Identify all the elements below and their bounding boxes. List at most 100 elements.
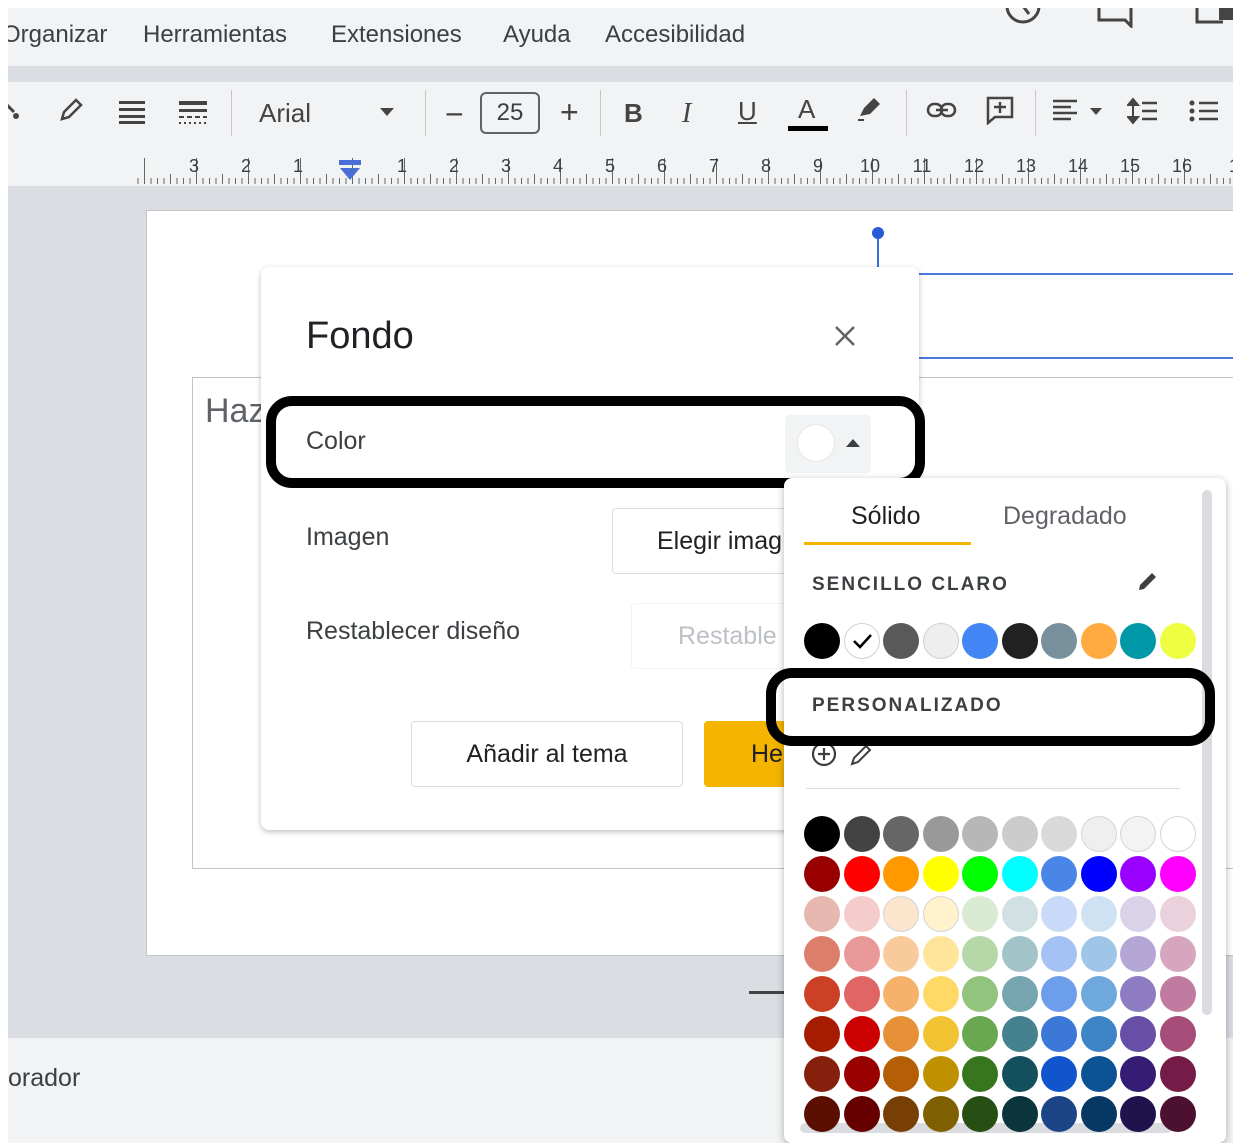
palette-color-swatch[interactable]	[1080, 856, 1117, 892]
palette-color-swatch[interactable]	[1159, 1096, 1196, 1132]
palette-color-swatch[interactable]	[1080, 976, 1117, 1012]
palette-color-swatch[interactable]	[883, 1096, 919, 1132]
align-left-icon[interactable]	[1051, 98, 1081, 124]
palette-color-swatch[interactable]	[843, 816, 880, 852]
indent-marker-icon[interactable]	[338, 160, 362, 182]
palette-color-swatch[interactable]	[1001, 896, 1038, 932]
text-color-button[interactable]: A	[798, 94, 815, 125]
palette-color-swatch[interactable]	[962, 976, 998, 1012]
palette-color-swatch[interactable]	[1001, 1096, 1038, 1132]
choose-image-button[interactable]: Elegir imag	[612, 508, 812, 574]
decrease-font-size-button[interactable]: −	[445, 96, 464, 133]
palette-color-swatch[interactable]	[843, 896, 880, 932]
insert-comment-icon[interactable]	[985, 95, 1015, 125]
palette-color-swatch[interactable]	[883, 1016, 919, 1052]
palette-color-swatch[interactable]	[1159, 896, 1196, 932]
select-tool-icon[interactable]	[8, 98, 24, 124]
palette-color-swatch[interactable]	[1120, 856, 1156, 892]
bulleted-list-icon[interactable]	[1188, 97, 1220, 125]
palette-color-swatch[interactable]	[922, 1056, 959, 1092]
rotate-handle[interactable]	[872, 227, 884, 239]
font-size-input[interactable]: 25	[480, 92, 540, 134]
palette-color-swatch[interactable]	[804, 1056, 840, 1092]
palette-color-swatch[interactable]	[1120, 816, 1156, 852]
palette-color-swatch[interactable]	[1041, 856, 1077, 892]
palette-color-swatch[interactable]	[1159, 1016, 1196, 1052]
theme-color-swatch[interactable]	[804, 623, 840, 659]
palette-color-swatch[interactable]	[1080, 1056, 1117, 1092]
palette-color-swatch[interactable]	[843, 1096, 880, 1132]
font-family-select[interactable]: Arial	[259, 98, 311, 129]
palette-color-swatch[interactable]	[883, 1056, 919, 1092]
palette-color-swatch[interactable]	[1041, 816, 1077, 852]
palette-color-swatch[interactable]	[1120, 1096, 1156, 1132]
theme-color-swatch[interactable]	[1041, 623, 1077, 659]
palette-color-swatch[interactable]	[1080, 936, 1117, 972]
palette-color-swatch[interactable]	[1159, 816, 1196, 852]
palette-color-swatch[interactable]	[1041, 896, 1077, 932]
palette-color-swatch[interactable]	[922, 1096, 959, 1132]
comment-icon[interactable]	[1095, 8, 1135, 28]
palette-color-swatch[interactable]	[1041, 1056, 1077, 1092]
palette-color-swatch[interactable]	[1001, 976, 1038, 1012]
palette-color-swatch[interactable]	[843, 856, 880, 892]
close-icon[interactable]	[833, 324, 857, 348]
increase-font-size-button[interactable]: +	[560, 94, 579, 131]
palette-color-swatch[interactable]	[962, 896, 998, 932]
palette-color-swatch[interactable]	[804, 856, 840, 892]
palette-color-swatch[interactable]	[804, 896, 840, 932]
palette-color-swatch[interactable]	[1080, 1016, 1117, 1052]
menu-organizar[interactable]: Organizar	[8, 21, 107, 49]
theme-color-swatch[interactable]	[883, 623, 919, 659]
palette-color-swatch[interactable]	[804, 816, 840, 852]
palette-color-swatch[interactable]	[922, 856, 959, 892]
palette-color-swatch[interactable]	[1001, 856, 1038, 892]
underline-button[interactable]: U	[738, 96, 757, 127]
font-dropdown-arrow-icon[interactable]	[380, 108, 396, 118]
palette-color-swatch[interactable]	[922, 976, 959, 1012]
bold-button[interactable]: B	[624, 98, 643, 129]
palette-color-swatch[interactable]	[962, 816, 998, 852]
menu-accesibilidad[interactable]: Accesibilidad	[605, 21, 745, 49]
palette-color-swatch[interactable]	[962, 1016, 998, 1052]
palette-color-swatch[interactable]	[883, 856, 919, 892]
vertical-scrollbar[interactable]	[1202, 490, 1212, 1015]
menu-herramientas[interactable]: Herramientas	[143, 21, 287, 49]
theme-color-swatch[interactable]	[1080, 623, 1117, 659]
palette-color-swatch[interactable]	[1041, 1096, 1077, 1132]
palette-color-swatch[interactable]	[1159, 936, 1196, 972]
edit-theme-icon[interactable]	[1136, 569, 1160, 593]
palette-color-swatch[interactable]	[1159, 976, 1196, 1012]
line-dash-icon[interactable]	[178, 99, 208, 125]
palette-color-swatch[interactable]	[1080, 1096, 1117, 1132]
add-to-theme-button[interactable]: Añadir al tema	[411, 721, 683, 787]
palette-color-swatch[interactable]	[804, 1016, 840, 1052]
palette-color-swatch[interactable]	[1041, 976, 1077, 1012]
theme-color-swatch[interactable]	[922, 623, 959, 659]
menu-ayuda[interactable]: Ayuda	[503, 21, 571, 49]
palette-color-swatch[interactable]	[843, 1056, 880, 1092]
palette-color-swatch[interactable]	[922, 896, 959, 932]
palette-color-swatch[interactable]	[1120, 896, 1156, 932]
palette-color-swatch[interactable]	[1080, 896, 1117, 932]
link-icon[interactable]	[926, 100, 958, 120]
palette-color-swatch[interactable]	[883, 816, 919, 852]
theme-color-swatch[interactable]	[843, 623, 880, 659]
palette-color-swatch[interactable]	[1120, 976, 1156, 1012]
palette-color-swatch[interactable]	[804, 936, 840, 972]
palette-color-swatch[interactable]	[883, 976, 919, 1012]
palette-color-swatch[interactable]	[1041, 1016, 1077, 1052]
palette-color-swatch[interactable]	[1001, 1056, 1038, 1092]
palette-color-swatch[interactable]	[922, 936, 959, 972]
highlight-icon[interactable]	[856, 96, 882, 122]
italic-button[interactable]: I	[682, 98, 691, 130]
palette-color-swatch[interactable]	[1080, 816, 1117, 852]
theme-color-swatch[interactable]	[1001, 623, 1038, 659]
palette-color-swatch[interactable]	[962, 1096, 998, 1132]
palette-color-swatch[interactable]	[922, 816, 959, 852]
palette-color-swatch[interactable]	[1120, 1056, 1156, 1092]
palette-color-swatch[interactable]	[1120, 1016, 1156, 1052]
palette-color-swatch[interactable]	[804, 1096, 840, 1132]
palette-color-swatch[interactable]	[1120, 936, 1156, 972]
palette-color-swatch[interactable]	[922, 1016, 959, 1052]
